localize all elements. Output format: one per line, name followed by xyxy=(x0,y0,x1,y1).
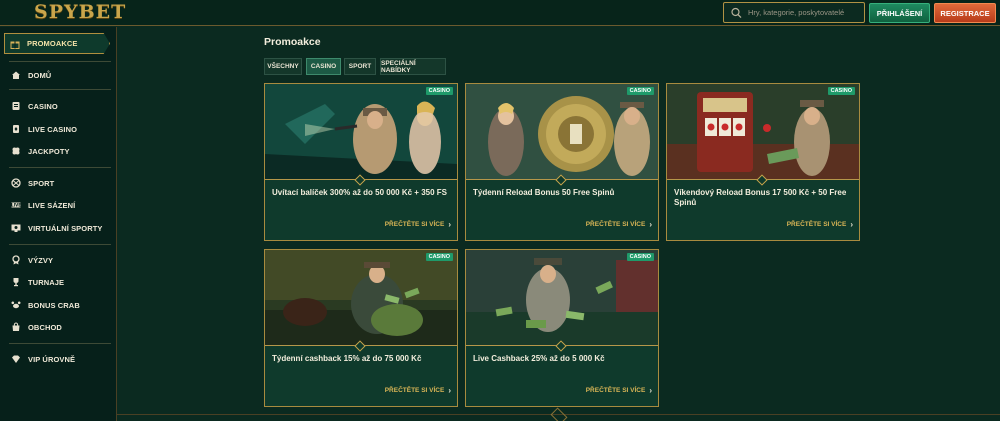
read-more-link[interactable]: PŘEČTĚTE SI VÍCE › xyxy=(385,386,451,395)
crab-icon xyxy=(11,300,21,310)
sidebar-item-domu[interactable]: DOMŮ xyxy=(11,68,51,82)
sidebar-divider xyxy=(9,343,111,344)
diamond-icon xyxy=(11,354,21,364)
category-badge: CASINO xyxy=(425,87,453,95)
sidebar-item-label: CASINO xyxy=(28,101,58,111)
sidebar-item-jackpoty[interactable]: JACKPOTY xyxy=(11,144,70,158)
live-icon: LIVE xyxy=(11,200,21,210)
promo-image-spies xyxy=(265,84,457,180)
sidebar-item-casino[interactable]: CASINO xyxy=(11,99,58,113)
sidebar-item-label: VÝZVY xyxy=(28,255,54,265)
read-more-label: PŘEČTĚTE SI VÍCE xyxy=(585,221,646,228)
trophy-icon xyxy=(11,277,21,287)
category-badge: CASINO xyxy=(626,87,654,95)
tab-specialni-nabidky[interactable]: SPECIÁLNÍ NABÍDKY xyxy=(380,58,446,75)
read-more-label: PŘEČTĚTE SI VÍCE xyxy=(384,221,445,228)
chevron-right-icon: › xyxy=(448,386,451,395)
read-more-label: PŘEČTĚTE SI VÍCE xyxy=(585,387,646,394)
read-more-label: PŘEČTĚTE SI VÍCE xyxy=(384,387,445,394)
sidebar-divider xyxy=(9,61,111,62)
sidebar-item-vip-urovne[interactable]: VIP ÚROVNĚ xyxy=(11,352,75,366)
chevron-right-icon: › xyxy=(649,220,652,229)
read-more-label: PŘEČTĚTE SI VÍCE xyxy=(786,221,847,228)
live-casino-icon xyxy=(11,124,21,134)
top-header: SPYBET PŘIHLÁŠENÍ REGISTRACE xyxy=(0,0,1000,26)
sidebar-item-label: VIRTUÁLNÍ SPORTY xyxy=(28,223,103,233)
category-badge: CASINO xyxy=(425,253,453,261)
sidebar: PROMOAKCE DOMŮ CASINO LIVE CASINO JACKPO… xyxy=(0,27,117,421)
ball-icon xyxy=(11,178,21,188)
category-badge: CASINO xyxy=(626,253,654,261)
sidebar-item-label: OBCHOD xyxy=(28,322,62,332)
casino-icon xyxy=(11,101,21,111)
sidebar-item-label: LIVE SÁZENÍ xyxy=(28,200,76,210)
sidebar-divider xyxy=(9,244,111,245)
promo-image-slot-machine xyxy=(667,84,859,180)
chevron-right-icon: › xyxy=(649,386,652,395)
tab-vsechny[interactable]: VŠECHNY xyxy=(264,58,302,75)
spybet-logo[interactable]: SPYBET xyxy=(34,1,126,23)
search-input[interactable] xyxy=(748,8,864,17)
chevron-right-icon: › xyxy=(448,220,451,229)
svg-text:LIVE: LIVE xyxy=(11,203,21,208)
sidebar-item-label: VIP ÚROVNĚ xyxy=(28,354,76,364)
chevron-right-icon: › xyxy=(850,220,853,229)
promo-title: Týdenní cashback 15% až do 75 000 Kč xyxy=(272,354,422,363)
sidebar-item-vyzvy[interactable]: VÝZVY xyxy=(11,253,53,267)
register-button[interactable]: REGISTRACE xyxy=(934,3,996,23)
login-button[interactable]: PŘIHLÁŠENÍ xyxy=(869,3,930,23)
medal-icon xyxy=(11,255,21,265)
promo-card[interactable]: CASINO Live Cashback 25% až do 5 000 Kč … xyxy=(465,249,659,407)
sidebar-item-label: LIVE CASINO xyxy=(28,124,78,134)
sidebar-divider xyxy=(9,89,111,90)
home-icon xyxy=(11,70,21,80)
tab-sport[interactable]: SPORT xyxy=(344,58,376,75)
sidebar-item-label: BONUS CRAB xyxy=(28,300,80,310)
sidebar-item-obchod[interactable]: OBCHOD xyxy=(11,320,62,334)
sidebar-item-label: DOMŮ xyxy=(28,70,52,80)
gift-icon xyxy=(10,39,20,49)
page-title: Promoakce xyxy=(264,36,321,48)
sidebar-item-label: JACKPOTY xyxy=(28,146,70,156)
sidebar-item-promoakce[interactable]: PROMOAKCE xyxy=(4,33,110,54)
promo-image-cash-table xyxy=(466,250,658,346)
promo-title: Týdenní Reload Bonus 50 Free Spinů xyxy=(473,188,615,197)
shop-icon xyxy=(11,322,21,332)
search-icon xyxy=(730,6,744,20)
sidebar-item-label: SPORT xyxy=(28,178,55,188)
sidebar-item-label: TURNAJE xyxy=(28,277,65,287)
sidebar-divider xyxy=(9,167,111,168)
promo-image-money-bag xyxy=(265,250,457,346)
sidebar-item-virtualni-sporty[interactable]: VIRTUÁLNÍ SPORTY xyxy=(11,221,103,235)
sidebar-item-live-sazeni[interactable]: LIVE LIVE SÁZENÍ xyxy=(11,198,75,212)
promo-card[interactable]: CASINO Týdenní Reload Bonus 50 Free Spin… xyxy=(465,83,659,241)
promo-card[interactable]: CASINO Týdenní cashback 15% až do 75 000… xyxy=(264,249,458,407)
promo-card[interactable]: CASINO Víkendový Reload Bonus 17 500 Kč … xyxy=(666,83,860,241)
tab-casino[interactable]: CASINO xyxy=(306,58,341,75)
promo-image-vault xyxy=(466,84,658,180)
category-badge: CASINO xyxy=(827,87,855,95)
sidebar-item-label: PROMOAKCE xyxy=(27,39,78,48)
promo-title: Live Cashback 25% až do 5 000 Kč xyxy=(473,354,605,363)
sidebar-item-sport[interactable]: SPORT xyxy=(11,176,54,190)
read-more-link[interactable]: PŘEČTĚTE SI VÍCE › xyxy=(586,386,652,395)
virtual-sports-icon xyxy=(11,223,21,233)
promo-title: Víkendový Reload Bonus 17 500 Kč + 50 Fr… xyxy=(674,188,847,207)
read-more-link[interactable]: PŘEČTĚTE SI VÍCE › xyxy=(385,220,451,229)
read-more-link[interactable]: PŘEČTĚTE SI VÍCE › xyxy=(787,220,853,229)
promo-card[interactable]: CASINO Uvítací balíček 300% až do 50 000… xyxy=(264,83,458,241)
read-more-link[interactable]: PŘEČTĚTE SI VÍCE › xyxy=(586,220,652,229)
promo-title: Uvítací balíček 300% až do 50 000 Kč + 3… xyxy=(272,188,447,197)
sidebar-item-turnaje[interactable]: TURNAJE xyxy=(11,275,64,289)
sidebar-item-bonus-crab[interactable]: BONUS CRAB xyxy=(11,298,80,312)
sidebar-item-live-casino[interactable]: LIVE CASINO xyxy=(11,122,77,136)
clover-icon xyxy=(11,146,21,156)
search-box[interactable] xyxy=(723,2,865,23)
